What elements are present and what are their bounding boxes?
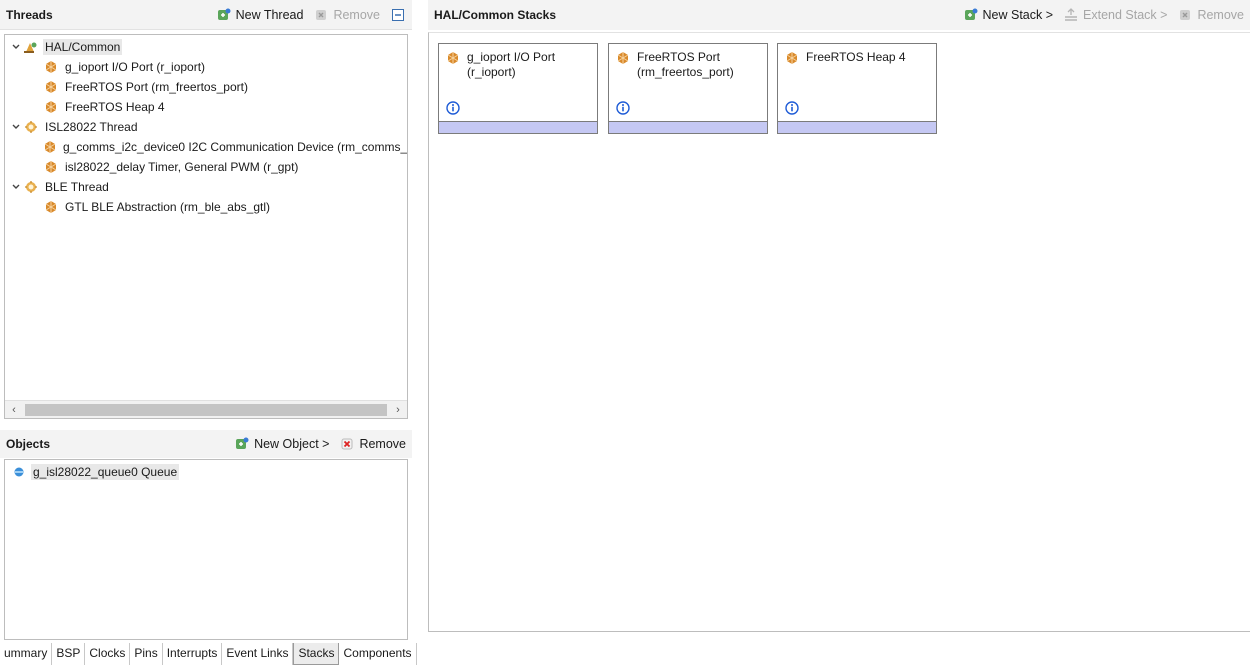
card-subtitle: (r_ioport) [467,65,516,79]
info-icon[interactable] [445,100,461,116]
horizontal-scrollbar[interactable]: ‹ › [5,400,407,418]
tab-interrupts[interactable]: Interrupts [163,643,223,665]
card-status-bar [609,121,767,133]
module-icon [445,50,461,66]
tree-item[interactable]: GTL BLE Abstraction (rm_ble_abs_gtl) [5,197,407,217]
module-icon [615,50,631,66]
object-label: g_isl28022_queue0 Queue [31,464,180,480]
right-pane: HAL/Common Stacks New Stack > Extend Sta… [428,0,1250,640]
tree-item[interactable]: FreeRTOS Heap 4 [5,97,407,117]
tree-item-label: ISL28022 Thread [45,120,138,134]
remove-object-button[interactable]: Remove [339,436,406,452]
module-icon [43,79,59,95]
tab-ummary[interactable]: ummary [0,643,53,665]
card-status-bar [778,121,936,133]
new-thread-label: New Thread [235,7,304,22]
remove-stack-button[interactable]: Remove [1177,7,1244,23]
remove-object-label: Remove [359,437,406,451]
new-stack-icon [963,7,979,23]
extend-stack-button[interactable]: Extend Stack > [1063,7,1167,23]
thread-icon [23,119,39,135]
card-title: g_ioport I/O Port [467,50,556,64]
remove-thread-button[interactable]: Remove [313,7,380,23]
threads-title: Threads [6,7,53,22]
stacks-header: HAL/Common Stacks New Stack > Extend Sta… [428,0,1250,30]
hal-common-icon [23,39,39,55]
objects-title: Objects [6,437,51,451]
scroll-right-icon[interactable]: › [389,401,407,419]
remove-icon [339,436,355,452]
chevron-down-icon[interactable] [9,120,23,134]
new-object-icon [234,436,250,452]
tab-event-links[interactable]: Event Links [222,643,294,665]
new-stack-button[interactable]: New Stack > [963,7,1054,23]
tab-clocks[interactable]: Clocks [85,643,131,665]
left-pane: Threads New Thread Remove HAL/Common g_i… [0,0,412,640]
new-thread-button[interactable]: New Thread [216,7,304,23]
list-item[interactable]: g_isl28022_queue0 Queue [11,464,401,480]
tree-item-label: g_comms_i2c_device0 I2C Communication De… [63,140,408,154]
card-title: FreeRTOS Port [637,50,720,64]
remove-stack-label: Remove [1197,8,1244,22]
stack-card-ioport[interactable]: g_ioport I/O Port (r_ioport) [438,43,598,134]
tab-components[interactable]: Components [339,643,417,665]
chevron-down-icon[interactable] [9,40,23,54]
tree-item-label: GTL BLE Abstraction (rm_ble_abs_gtl) [65,200,270,214]
new-object-button[interactable]: New Object > [234,436,329,452]
extend-stack-label: Extend Stack > [1083,8,1168,22]
remove-icon [313,7,329,23]
tab-stacks[interactable]: Stacks [293,643,340,665]
module-icon [43,159,59,175]
collapse-all-button[interactable] [390,7,406,23]
card-title: FreeRTOS Heap 4 [806,50,906,64]
tree-item-label: FreeRTOS Heap 4 [65,100,165,114]
stack-card-freertos-port[interactable]: FreeRTOS Port (rm_freertos_port) [608,43,768,134]
scrollbar-thumb[interactable] [25,403,387,416]
tab-bsp[interactable]: BSP [52,643,86,665]
tree-item[interactable]: HAL/Common [5,37,407,57]
objects-list[interactable]: g_isl28022_queue0 Queue [4,459,408,640]
extend-stack-icon [1063,7,1079,23]
new-thread-icon [216,7,232,23]
tree-item-label: HAL/Common [43,39,123,55]
module-icon [43,59,59,75]
info-icon[interactable] [615,100,631,116]
stack-card-freertos-heap[interactable]: FreeRTOS Heap 4 [777,43,937,134]
thread-icon [23,179,39,195]
editor-tabs: ummary BSP Clocks Pins Interrupts Event Links… [0,643,417,665]
tab-pins[interactable]: Pins [130,643,163,665]
stacks-title: HAL/Common Stacks [434,8,557,22]
queue-icon [11,464,27,480]
objects-header: Objects New Object > Remove [0,430,412,458]
new-object-label: New Object > [254,437,330,451]
tree-item-label: g_ioport I/O Port (r_ioport) [65,60,206,74]
remove-thread-label: Remove [333,7,380,22]
collapse-all-icon [390,7,406,23]
stacks-configuration-view: Threads New Thread Remove HAL/Common g_i… [0,0,1250,666]
card-status-bar [439,121,597,133]
tree-item-label: isl28022_delay Timer, General PWM (r_gpt… [65,160,299,174]
tree-item[interactable]: ISL28022 Thread [5,117,407,137]
chevron-down-icon[interactable] [9,180,23,194]
card-subtitle: (rm_freertos_port) [637,65,734,79]
tree-item[interactable]: g_ioport I/O Port (r_ioport) [5,57,407,77]
info-icon[interactable] [784,100,800,116]
stack-canvas[interactable]: g_ioport I/O Port (r_ioport) FreeRTOS Po… [428,32,1250,632]
scroll-left-icon[interactable]: ‹ [5,401,23,419]
tree-item[interactable]: FreeRTOS Port (rm_freertos_port) [5,77,407,97]
threads-header: Threads New Thread Remove [0,0,412,30]
remove-icon [1177,7,1193,23]
tree-item-label: FreeRTOS Port (rm_freertos_port) [65,80,248,94]
threads-tree[interactable]: HAL/Common g_ioport I/O Port (r_ioport) Fr… [4,34,408,419]
module-icon [43,139,57,155]
tree-item[interactable]: g_comms_i2c_device0 I2C Communication De… [5,137,407,157]
module-icon [784,50,800,66]
module-icon [43,99,59,115]
tree-item-label: BLE Thread [45,180,109,194]
tree-item[interactable]: BLE Thread [5,177,407,197]
new-stack-label: New Stack > [982,8,1054,22]
tree-item[interactable]: isl28022_delay Timer, General PWM (r_gpt… [5,157,407,177]
module-icon [43,199,59,215]
